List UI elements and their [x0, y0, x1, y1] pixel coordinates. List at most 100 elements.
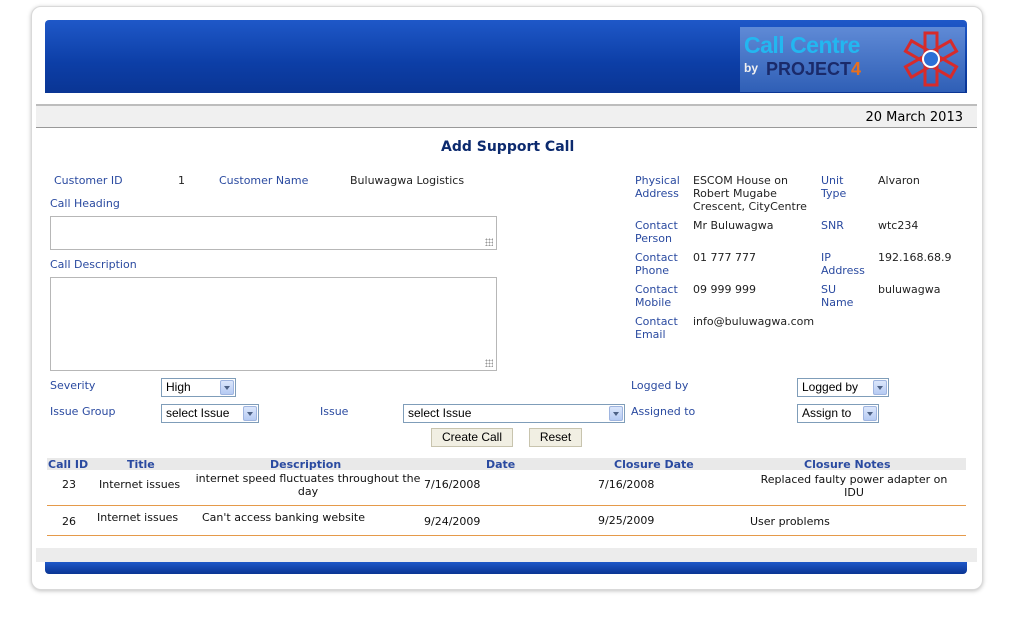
cell-description-line1: internet speed fluctuates throughout the — [195, 472, 421, 485]
logged-by-selected-value: Logged by — [802, 380, 859, 394]
contact-mobile-value: 09 999 999 — [693, 283, 756, 296]
su-name-value: buluwagwa — [878, 283, 941, 296]
logged-by-select[interactable]: Logged by — [797, 378, 889, 397]
unit-type-label-line1: Unit — [821, 174, 844, 187]
logo-project-number: 4 — [851, 59, 862, 79]
cell-closure-notes-line2: IDU — [844, 486, 864, 499]
col-header-call-id: Call ID — [48, 458, 89, 471]
contact-email-value: info@buluwagwa.com — [693, 315, 815, 328]
footer-strip — [36, 548, 977, 562]
customer-name-label: Customer Name — [219, 174, 309, 187]
col-header-closure-date: Closure Date — [614, 458, 694, 471]
customer-id-value: 1 — [178, 174, 185, 187]
unit-type-label: Unit Type — [821, 174, 846, 200]
issue-label: Issue — [320, 405, 349, 418]
row-divider — [47, 505, 966, 506]
ip-address-label-line2: Address — [821, 264, 865, 277]
cell-call-id: 26 — [62, 515, 76, 528]
cell-closure-notes-line1: Replaced faulty power adapter on — [760, 473, 948, 486]
assigned-to-select[interactable]: Assign to — [797, 404, 879, 423]
customer-id-label: Customer ID — [54, 174, 123, 187]
cell-title: Internet issues — [99, 478, 181, 491]
cell-date: 7/16/2008 — [424, 478, 481, 491]
contact-person-label: Contact Person — [635, 219, 678, 245]
chevron-down-icon[interactable] — [220, 380, 234, 395]
contact-phone-label: Contact Phone — [635, 251, 678, 277]
resize-grip-icon[interactable] — [485, 359, 493, 367]
logo-by: by — [744, 61, 759, 75]
cell-closure-date: 7/16/2008 — [598, 478, 655, 491]
cell-closure-notes: Replaced faulty power adapter on IDU — [754, 473, 954, 499]
logged-by-label: Logged by — [631, 379, 689, 392]
customer-name-value: Buluwagwa Logistics — [350, 174, 465, 187]
row-divider — [47, 535, 966, 536]
assigned-to-selected-value: Assign to — [802, 406, 852, 420]
severity-select[interactable]: High — [161, 378, 236, 397]
address-line3: Crescent, CityCentre — [693, 200, 807, 213]
chevron-down-icon[interactable] — [863, 406, 877, 421]
snr-label: SNR — [821, 219, 844, 232]
create-call-button[interactable]: Create Call — [431, 428, 513, 447]
assigned-to-label: Assigned to — [631, 405, 696, 418]
unit-type-value: Alvaron — [878, 174, 920, 187]
contact-phone-value: 01 777 777 — [693, 251, 756, 264]
contact-phone-label-line1: Contact — [635, 251, 678, 264]
su-name-label-line1: SU — [821, 283, 837, 296]
cell-call-id: 23 — [62, 478, 76, 491]
contact-phone-label-line2: Phone — [635, 264, 670, 277]
contact-mobile-label-line2: Mobile — [635, 296, 672, 309]
current-date: 20 March 2013 — [865, 110, 963, 125]
contact-mobile-label: Contact Mobile — [635, 283, 678, 309]
severity-selected-value: High — [166, 380, 191, 394]
ip-address-label: IP Address — [821, 251, 865, 277]
cell-closure-notes: User problems — [750, 515, 830, 528]
chevron-down-icon[interactable] — [873, 380, 887, 395]
contact-person-label-line1: Contact — [635, 219, 678, 232]
issue-group-label: Issue Group — [50, 405, 116, 418]
call-heading-label: Call Heading — [50, 197, 120, 210]
issue-select[interactable]: select Issue — [403, 404, 625, 423]
physical-address-label-line1: Physical — [635, 174, 680, 187]
contact-email-label-line2: Email — [635, 328, 666, 341]
app-logo: Call Centre by PROJECT4 — [740, 27, 965, 92]
col-header-title: Title — [127, 458, 155, 471]
logo-project: PROJECT4 — [766, 59, 861, 80]
date-bar: 20 March 2013 — [36, 106, 977, 128]
issue-selected-value: select Issue — [408, 406, 472, 420]
contact-email-label: Contact Email — [635, 315, 678, 341]
cell-title: Internet issues — [97, 511, 179, 524]
chevron-down-icon[interactable] — [243, 406, 257, 421]
footer-banner — [45, 562, 967, 574]
contact-person-label-line2: Person — [635, 232, 672, 245]
col-header-description: Description — [270, 458, 342, 471]
cell-description: Can't access banking website — [202, 511, 365, 524]
issue-group-select[interactable]: select Issue — [161, 404, 259, 423]
snr-value: wtc234 — [878, 219, 919, 232]
address-line2: Robert Mugabe — [693, 187, 777, 200]
contact-email-label-line1: Contact — [635, 315, 678, 328]
ip-address-label-line1: IP — [821, 251, 831, 264]
star-of-life-icon — [903, 31, 959, 87]
physical-address-value: ESCOM House on Robert Mugabe Crescent, Cit… — [693, 174, 807, 213]
cell-date: 9/24/2009 — [424, 515, 481, 528]
cell-description-line2: day — [297, 485, 319, 498]
chevron-down-icon[interactable] — [609, 406, 623, 421]
call-heading-input[interactable] — [50, 216, 497, 250]
su-name-label: SU Name — [821, 283, 853, 309]
reset-button[interactable]: Reset — [529, 428, 582, 447]
physical-address-label-line2: Address — [635, 187, 679, 200]
col-header-closure-notes: Closure Notes — [804, 458, 891, 471]
ip-address-value: 192.168.68.9 — [878, 251, 952, 264]
cell-description: internet speed fluctuates throughout the… — [190, 472, 426, 498]
contact-mobile-label-line1: Contact — [635, 283, 678, 296]
contact-person-value: Mr Buluwagwa — [693, 219, 774, 232]
unit-type-label-line2: Type — [821, 187, 847, 200]
resize-grip-icon[interactable] — [485, 238, 493, 246]
physical-address-label: Physical Address — [635, 174, 680, 200]
issue-group-selected-value: select Issue — [166, 406, 230, 420]
page-title: Add Support Call — [441, 139, 575, 155]
call-description-label: Call Description — [50, 258, 137, 271]
call-description-input[interactable] — [50, 277, 497, 371]
col-header-date: Date — [486, 458, 516, 471]
severity-label: Severity — [50, 379, 96, 392]
